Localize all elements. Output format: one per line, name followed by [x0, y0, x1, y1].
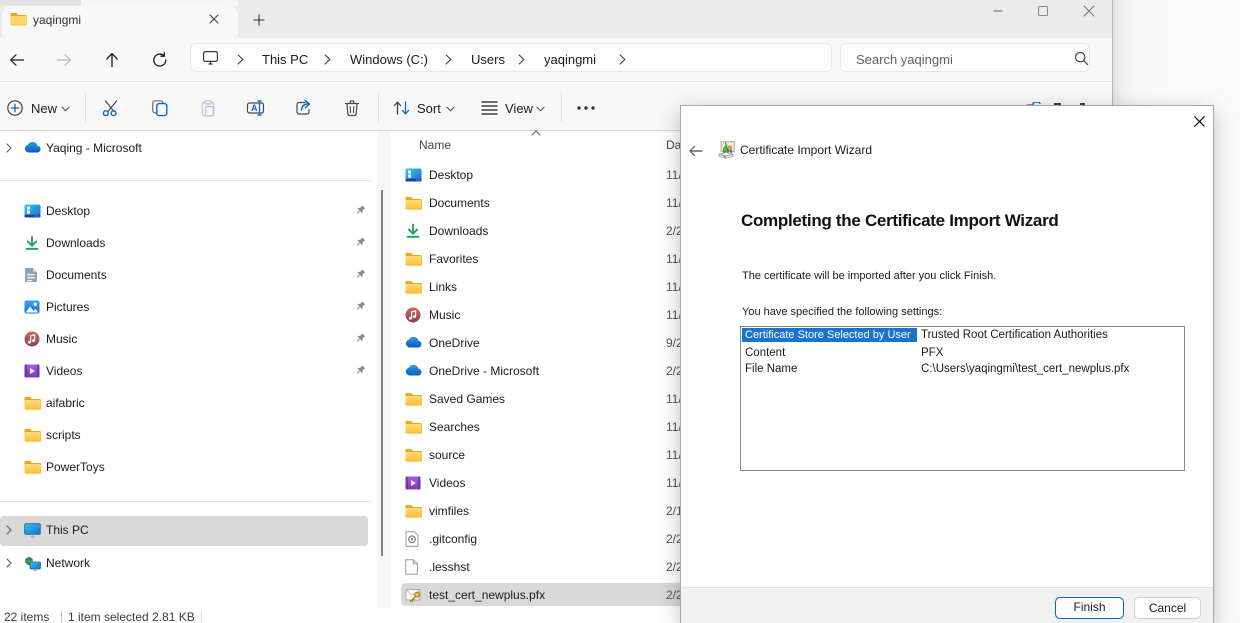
svg-text:A: A: [251, 103, 258, 113]
